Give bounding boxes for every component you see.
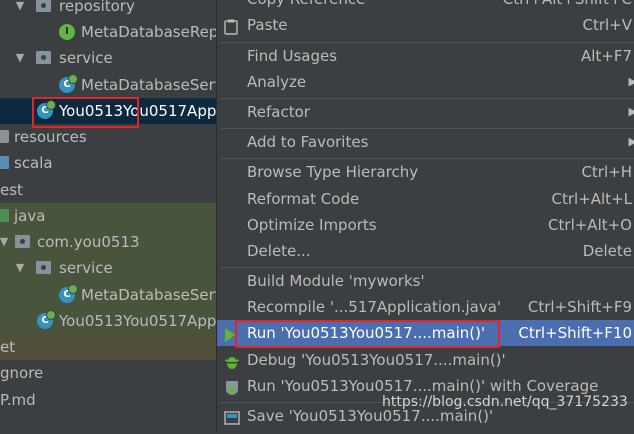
source-folder-icon xyxy=(0,156,9,169)
menu-item-recompile[interactable]: Recompile '...517Application.java' Ctrl+… xyxy=(217,294,634,320)
tree-item-label: gnore xyxy=(0,364,44,382)
interface-class-icon: I xyxy=(59,24,75,40)
tree-item-label: service xyxy=(59,49,113,67)
menu-item-label: Debug 'You0513You0517....main()' xyxy=(247,351,506,369)
menu-item-shortcut: Ctrl+Shift+F9 xyxy=(527,298,632,316)
menu-item-shortcut: Delete xyxy=(582,242,632,260)
context-menu: Copy Reference Ctrl+Alt+Shift+C Paste Ct… xyxy=(216,0,634,432)
menu-item-refactor[interactable]: Refactor ▶ xyxy=(217,99,634,125)
tree-item-label: est xyxy=(0,181,23,199)
tree-item-label: repository xyxy=(59,0,135,15)
package-folder-icon xyxy=(36,261,51,274)
tree-item-metadatabaseserv[interactable]: C MetaDatabaseServ xyxy=(0,72,216,98)
paste-icon xyxy=(224,17,238,43)
watermark-text: https://blog.csdn.net/qq_37175233 xyxy=(382,394,628,410)
tree-item-label: java xyxy=(14,207,46,225)
tree-item-label: MetaDatabaseServ xyxy=(81,76,216,94)
expand-arrow-icon[interactable]: ▼ xyxy=(14,0,26,19)
menu-item-shortcut: Alt+F7 xyxy=(580,47,632,65)
tree-item-scala[interactable]: scala xyxy=(0,150,216,176)
tree-item-label: com.you0513 xyxy=(37,233,140,251)
menu-item-label: Add to Favorites xyxy=(247,133,369,151)
submenu-arrow-icon: ▶ xyxy=(628,105,634,118)
menu-item-label: Copy Reference xyxy=(247,0,365,12)
menu-item-shortcut: Ctrl+Alt+O xyxy=(548,216,632,234)
menu-item-shortcut: Ctrl+V xyxy=(582,16,632,34)
menu-item-browse-type-hierarchy[interactable]: Browse Type Hierarchy Ctrl+H xyxy=(217,159,634,185)
class-icon: C xyxy=(59,74,78,93)
package-folder-icon xyxy=(36,0,51,12)
test-source-folder-icon xyxy=(0,209,9,222)
menu-item-optimize-imports[interactable]: Optimize Imports Ctrl+Alt+O xyxy=(217,212,634,238)
menu-item-label: Analyze xyxy=(247,73,307,91)
menu-item-analyze[interactable]: Analyze ▶ xyxy=(217,69,634,95)
menu-item-shortcut: Ctrl+H xyxy=(581,163,632,181)
tree-item-label: et xyxy=(0,338,16,356)
tree-item-label: scala xyxy=(14,154,53,172)
tree-item-gitignore[interactable]: gnore xyxy=(0,360,216,386)
menu-item-build-module[interactable]: Build Module 'myworks' xyxy=(217,268,634,294)
menu-item-shortcut: Ctrl+Alt+Shift+C xyxy=(503,0,632,12)
menu-item-find-usages[interactable]: Find Usages Alt+F7 xyxy=(217,43,634,69)
menu-item-debug-main[interactable]: Debug 'You0513You0517....main()' xyxy=(217,347,634,373)
expand-arrow-icon[interactable]: ▼ xyxy=(0,229,10,255)
menu-item-label: Recompile '...517Application.java' xyxy=(247,298,502,316)
expand-arrow-icon[interactable]: ▼ xyxy=(14,45,26,71)
tree-item-readme[interactable]: P.md xyxy=(0,387,216,413)
tree-item-label: resources xyxy=(14,128,87,146)
class-icon: C xyxy=(59,284,78,303)
tree-item-label: P.md xyxy=(0,391,36,409)
menu-item-shortcut: Ctrl+Shift+F10 xyxy=(518,324,632,342)
tree-item-target[interactable]: et xyxy=(0,334,216,360)
project-tree: ▼ repository I MetaDatabaseRep ▼ service… xyxy=(0,0,216,424)
tree-item-test-metadatabaseserv[interactable]: C MetaDatabaseServ xyxy=(0,282,216,308)
tree-item-service[interactable]: ▼ service xyxy=(0,45,216,71)
menu-item-label: Reformat Code xyxy=(247,190,360,208)
highlight-box xyxy=(235,320,500,348)
menu-item-label: Delete... xyxy=(247,242,311,260)
menu-item-add-to-favorites[interactable]: Add to Favorites ▶ xyxy=(217,129,634,155)
package-folder-icon xyxy=(15,235,30,248)
tree-item-resources[interactable]: resources xyxy=(0,124,216,150)
tree-item-test-application[interactable]: C You0513You0517App xyxy=(0,308,216,334)
tree-item-label: You0513You0517App xyxy=(59,312,216,330)
menu-item-delete[interactable]: Delete... Delete xyxy=(217,238,634,264)
menu-item-paste[interactable]: Paste Ctrl+V xyxy=(217,12,634,38)
spring-boot-class-icon: C xyxy=(37,310,56,329)
menu-item-copy-reference[interactable]: Copy Reference Ctrl+Alt+Shift+C xyxy=(217,0,634,12)
menu-item-reformat-code[interactable]: Reformat Code Ctrl+Alt+L xyxy=(217,186,634,212)
save-config-icon xyxy=(224,408,240,434)
menu-item-label: Build Module 'myworks' xyxy=(247,272,425,290)
package-folder-icon xyxy=(36,51,51,64)
tree-item-test-service[interactable]: ▼ service xyxy=(0,255,216,281)
tree-item-label: service xyxy=(59,259,113,277)
menu-item-label: Optimize Imports xyxy=(247,216,377,234)
tree-item-partial: … xyxy=(0,414,216,424)
menu-item-shortcut: Ctrl+Alt+L xyxy=(551,190,633,208)
tree-item-repository[interactable]: ▼ repository xyxy=(0,0,216,19)
menu-item-label: Refactor xyxy=(247,103,310,121)
menu-item-label: Browse Type Hierarchy xyxy=(247,163,419,181)
menu-item-label: Paste xyxy=(247,16,288,34)
tree-item-java[interactable]: java xyxy=(0,203,216,229)
coverage-icon xyxy=(224,378,240,404)
tree-item-test[interactable]: est xyxy=(0,177,216,203)
submenu-arrow-icon: ▶ xyxy=(628,135,634,148)
tree-item-label: MetaDatabaseServ xyxy=(81,286,216,304)
tree-item-metadatabaserep[interactable]: I MetaDatabaseRep xyxy=(0,19,216,45)
tree-item-com-you0513[interactable]: ▼ com.you0513 xyxy=(0,229,216,255)
tree-item-label: MetaDatabaseRep xyxy=(81,23,216,41)
resources-folder-icon xyxy=(0,130,9,143)
expand-arrow-icon[interactable]: ▼ xyxy=(14,255,26,281)
menu-item-label: Find Usages xyxy=(247,47,338,65)
submenu-arrow-icon: ▶ xyxy=(628,75,634,88)
